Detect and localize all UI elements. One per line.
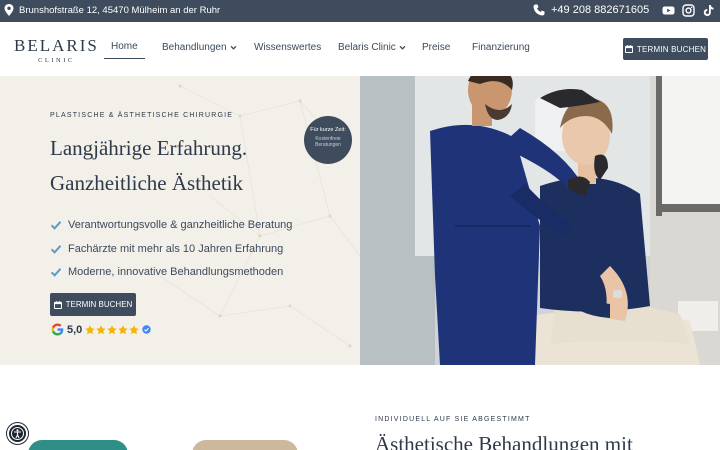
accessibility-icon: [11, 427, 24, 440]
hero-book-button[interactable]: TERMIN BUCHEN: [50, 293, 136, 316]
phone-icon: [533, 4, 545, 16]
nav-financing[interactable]: Finanzierung: [472, 40, 530, 54]
doctor-patient-illustration: [360, 76, 720, 365]
rating-stars: [85, 324, 139, 335]
rating-score: 5,0: [67, 323, 83, 336]
instagram-icon[interactable]: [682, 4, 695, 17]
verified-badge-icon: [142, 325, 151, 334]
nav-clinic[interactable]: Belaris Clinic: [338, 40, 406, 54]
check-icon: [50, 266, 62, 278]
treatment-image-1: [28, 440, 128, 450]
section-title: Ästhetische Behandlungen mit: [375, 432, 633, 450]
feature-text: Fachärzte mit mehr als 10 Jahren Erfahru…: [68, 242, 284, 255]
star-icon: [107, 324, 117, 335]
tiktok-icon[interactable]: [702, 4, 715, 17]
star-icon: [129, 324, 139, 335]
offer-badge-text-2: Beratungen: [315, 142, 341, 148]
top-info-bar: Brunshofstraße 12, 45470 Mülheim an der …: [0, 0, 720, 22]
nav-prices-label: Preise: [422, 41, 451, 53]
nav-knowledge-label: Wissenswertes: [254, 41, 322, 53]
feature-text: Verantwortungsvolle & ganzheitliche Bera…: [68, 219, 293, 231]
section-eyebrow: INDIVIDUELL AUF SIE ABGESTIMMT: [375, 416, 531, 423]
phone-link[interactable]: +49 208 882671605: [533, 4, 649, 16]
star-icon: [85, 324, 95, 335]
feature-text: Moderne, innovative Behandlungsmethoden: [68, 266, 284, 278]
star-icon: [96, 324, 106, 335]
nav-clinic-label: Belaris Clinic: [338, 41, 396, 53]
list-item: Verantwortungsvolle & ganzheitliche Bera…: [50, 219, 292, 231]
star-icon: [118, 324, 128, 335]
hero-book-label: TERMIN BUCHEN: [65, 300, 133, 309]
logo-wordmark: BELARIS: [14, 36, 99, 55]
nav-treatments-label: Behandlungen: [162, 41, 227, 53]
site-header: BELARIS CLINIC Home Behandlungen Wissens…: [0, 22, 720, 76]
hero-text-panel: PLASTISCHE & ÄSTHETISCHE CHIRURGIE Langj…: [0, 76, 360, 365]
address-block[interactable]: Brunshofstraße 12, 45470 Mülheim an der …: [4, 4, 220, 16]
feature-list: Verantwortungsvolle & ganzheitliche Bera…: [50, 219, 292, 290]
accessibility-button[interactable]: [7, 423, 28, 444]
nav-treatments[interactable]: Behandlungen: [162, 40, 237, 54]
calendar-icon: [624, 45, 633, 53]
nav-knowledge[interactable]: Wissenswertes: [254, 40, 321, 54]
hero-title-line-1: Langjährige Erfahrung.: [50, 136, 248, 160]
check-icon: [50, 219, 62, 231]
offer-badge-title: Für kurze Zeit:: [310, 127, 346, 133]
youtube-icon[interactable]: [662, 4, 675, 17]
google-rating[interactable]: 5,0: [51, 323, 151, 336]
treatment-image-2: [192, 440, 298, 450]
nav-prices[interactable]: Preise: [422, 40, 450, 54]
calendar-icon: [53, 300, 62, 309]
social-links: [662, 4, 715, 17]
nav-home-label: Home: [111, 41, 138, 52]
chevron-down-icon: [399, 44, 406, 51]
chevron-down-icon: [230, 44, 237, 51]
nav-financing-label: Finanzierung: [472, 41, 530, 53]
logo-subline: CLINIC: [38, 57, 75, 64]
hero-eyebrow: PLASTISCHE & ÄSTHETISCHE CHIRURGIE: [50, 112, 234, 119]
hero-title-line-2: Ganzheitliche Ästhetik: [50, 171, 244, 195]
list-item: Moderne, innovative Behandlungsmethoden: [50, 266, 292, 278]
header-book-label: TERMIN BUCHEN: [636, 44, 707, 54]
list-item: Fachärzte mit mehr als 10 Jahren Erfahru…: [50, 243, 292, 255]
google-icon: [51, 323, 64, 336]
nav-home[interactable]: Home: [104, 40, 145, 59]
phone-number: +49 208 882671605: [551, 4, 650, 16]
logo[interactable]: BELARIS CLINIC: [14, 37, 99, 64]
header-book-button[interactable]: TERMIN BUCHEN: [623, 38, 708, 60]
check-icon: [50, 243, 62, 255]
hero-photo: [360, 76, 720, 365]
offer-badge: Für kurze Zeit: Kostenfreie Beratungen: [304, 116, 352, 164]
location-pin-icon: [4, 4, 14, 16]
address-text: Brunshofstraße 12, 45470 Mülheim an der …: [19, 4, 221, 16]
